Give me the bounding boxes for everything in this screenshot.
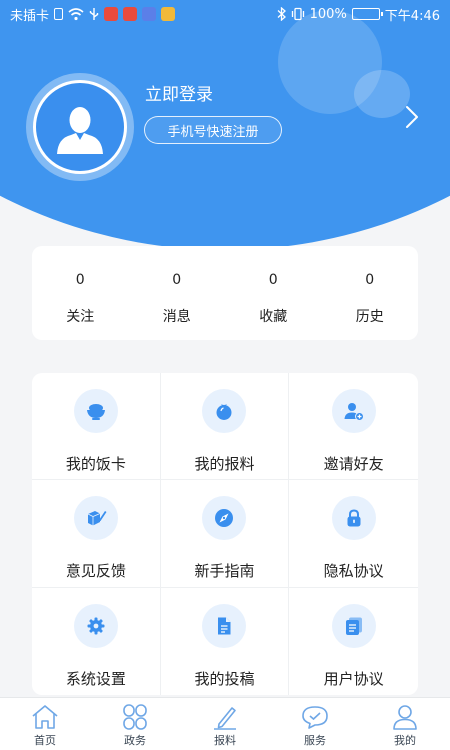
nav-label: 服务: [304, 734, 326, 747]
stat-follow[interactable]: 0 关注: [32, 246, 129, 340]
login-link[interactable]: 立即登录: [145, 80, 213, 105]
bowl-icon: [86, 404, 105, 420]
menu-grid: 我的饭卡 我的报料 邀请好友 意见反馈 新手指南 隐私协议 系统设置 我的投稿 …: [32, 373, 418, 695]
stat-value: 0: [365, 272, 375, 288]
icon-circle: [73, 389, 118, 433]
document-icon: [218, 617, 231, 635]
icon-circle: [73, 496, 118, 541]
carrier-label: 未插卡: [10, 8, 50, 24]
icon-circle: [331, 603, 376, 648]
nav-tab-mine[interactable]: 我的: [360, 698, 450, 750]
avatar[interactable]: [33, 80, 127, 174]
wifi-icon: [68, 7, 84, 20]
menu-item-my-submissions[interactable]: 我的投稿: [161, 587, 290, 695]
menu-item-label: 隐私协议: [323, 562, 384, 581]
status-bar: 未插卡 100% 下午4:46: [0, 0, 450, 28]
menu-item-beginner-guide[interactable]: 新手指南: [160, 480, 290, 588]
app-notification-icon: [123, 7, 138, 21]
nav-tab-home[interactable]: 首页: [0, 698, 90, 750]
sim-icon: [54, 8, 64, 20]
nav-tab-government[interactable]: 政务: [90, 698, 180, 750]
menu-item-label: 意见反馈: [65, 562, 126, 581]
icon-circle: [202, 603, 247, 648]
person-icon: [393, 705, 417, 730]
menu-item-my-reports[interactable]: 我的报料: [160, 373, 290, 481]
lock-icon: [347, 509, 361, 527]
stat-favorites[interactable]: 0 收藏: [225, 246, 322, 340]
bottom-nav: 首页 政务 报料 服务 我的: [0, 697, 450, 750]
icon-circle: [331, 389, 376, 433]
stat-label: 关注: [66, 309, 95, 325]
clover-icon: [123, 704, 147, 730]
menu-item-label: 我的投稿: [194, 669, 255, 688]
stat-label: 消息: [162, 309, 191, 325]
nav-tab-report[interactable]: 报料: [180, 698, 270, 750]
gear-icon: [87, 617, 105, 635]
usb-icon: [89, 8, 99, 20]
stat-label: 收藏: [259, 309, 288, 325]
menu-item-label: 我的报料: [194, 455, 255, 473]
app-notification-icon: [104, 7, 119, 21]
menu-item-feedback[interactable]: 意见反馈: [32, 480, 161, 588]
compass-icon: [215, 509, 234, 528]
nav-label: 我的: [394, 734, 416, 747]
menu-item-label: 用户协议: [323, 669, 384, 688]
service-icon: [302, 706, 328, 729]
clock: 下午4:46: [384, 8, 440, 24]
tomato-icon: [216, 404, 232, 420]
stat-value: 0: [172, 272, 182, 288]
nav-tab-service[interactable]: 服务: [270, 698, 360, 750]
user-silhouette-icon: [57, 107, 103, 154]
quick-register-button[interactable]: 手机号快速注册: [144, 116, 282, 144]
menu-item-label: 系统设置: [65, 669, 126, 688]
battery-icon: [351, 8, 383, 20]
stat-messages[interactable]: 0 消息: [129, 246, 226, 340]
stat-history[interactable]: 0 历史: [322, 246, 419, 340]
home-icon: [32, 705, 58, 729]
notebook-icon: [345, 617, 362, 635]
icon-circle: [202, 496, 247, 541]
menu-item-user-agreement[interactable]: 用户协议: [289, 588, 418, 695]
menu-item-invite-friends[interactable]: 邀请好友: [289, 373, 418, 481]
avatar-ring[interactable]: [26, 73, 134, 181]
app-notification-icon: [142, 7, 157, 21]
nav-label: 首页: [34, 734, 56, 747]
menu-item-system-settings[interactable]: 系统设置: [32, 587, 161, 695]
menu-item-label: 新手指南: [194, 562, 255, 581]
menu-item-meal-card[interactable]: 我的饭卡: [32, 373, 161, 481]
app-notification-icon: [161, 7, 176, 21]
cube-pencil-icon: [87, 511, 107, 526]
add-user-icon: [344, 403, 364, 421]
icon-circle: [331, 496, 376, 541]
pen-icon: [214, 707, 236, 730]
bluetooth-icon: [277, 7, 286, 21]
icon-circle: [202, 389, 247, 433]
menu-item-label: 我的饭卡: [65, 455, 126, 473]
menu-item-privacy-policy[interactable]: 隐私协议: [289, 480, 418, 588]
battery-percent: 100%: [309, 6, 347, 22]
profile-header: 未插卡 100% 下午4:46 立即登录 手机号快速注册: [0, 0, 450, 250]
nav-label: 政务: [124, 734, 146, 747]
nav-label: 报料: [214, 734, 236, 747]
chevron-right-icon[interactable]: [402, 104, 422, 130]
menu-item-label: 邀请好友: [323, 455, 384, 473]
stat-label: 历史: [355, 309, 384, 325]
icon-circle: [73, 603, 118, 648]
stat-value: 0: [75, 272, 85, 288]
stats-card: 0 关注 0 消息 0 收藏 0 历史: [32, 246, 418, 340]
vibrate-icon: [291, 7, 304, 21]
stat-value: 0: [268, 272, 278, 288]
